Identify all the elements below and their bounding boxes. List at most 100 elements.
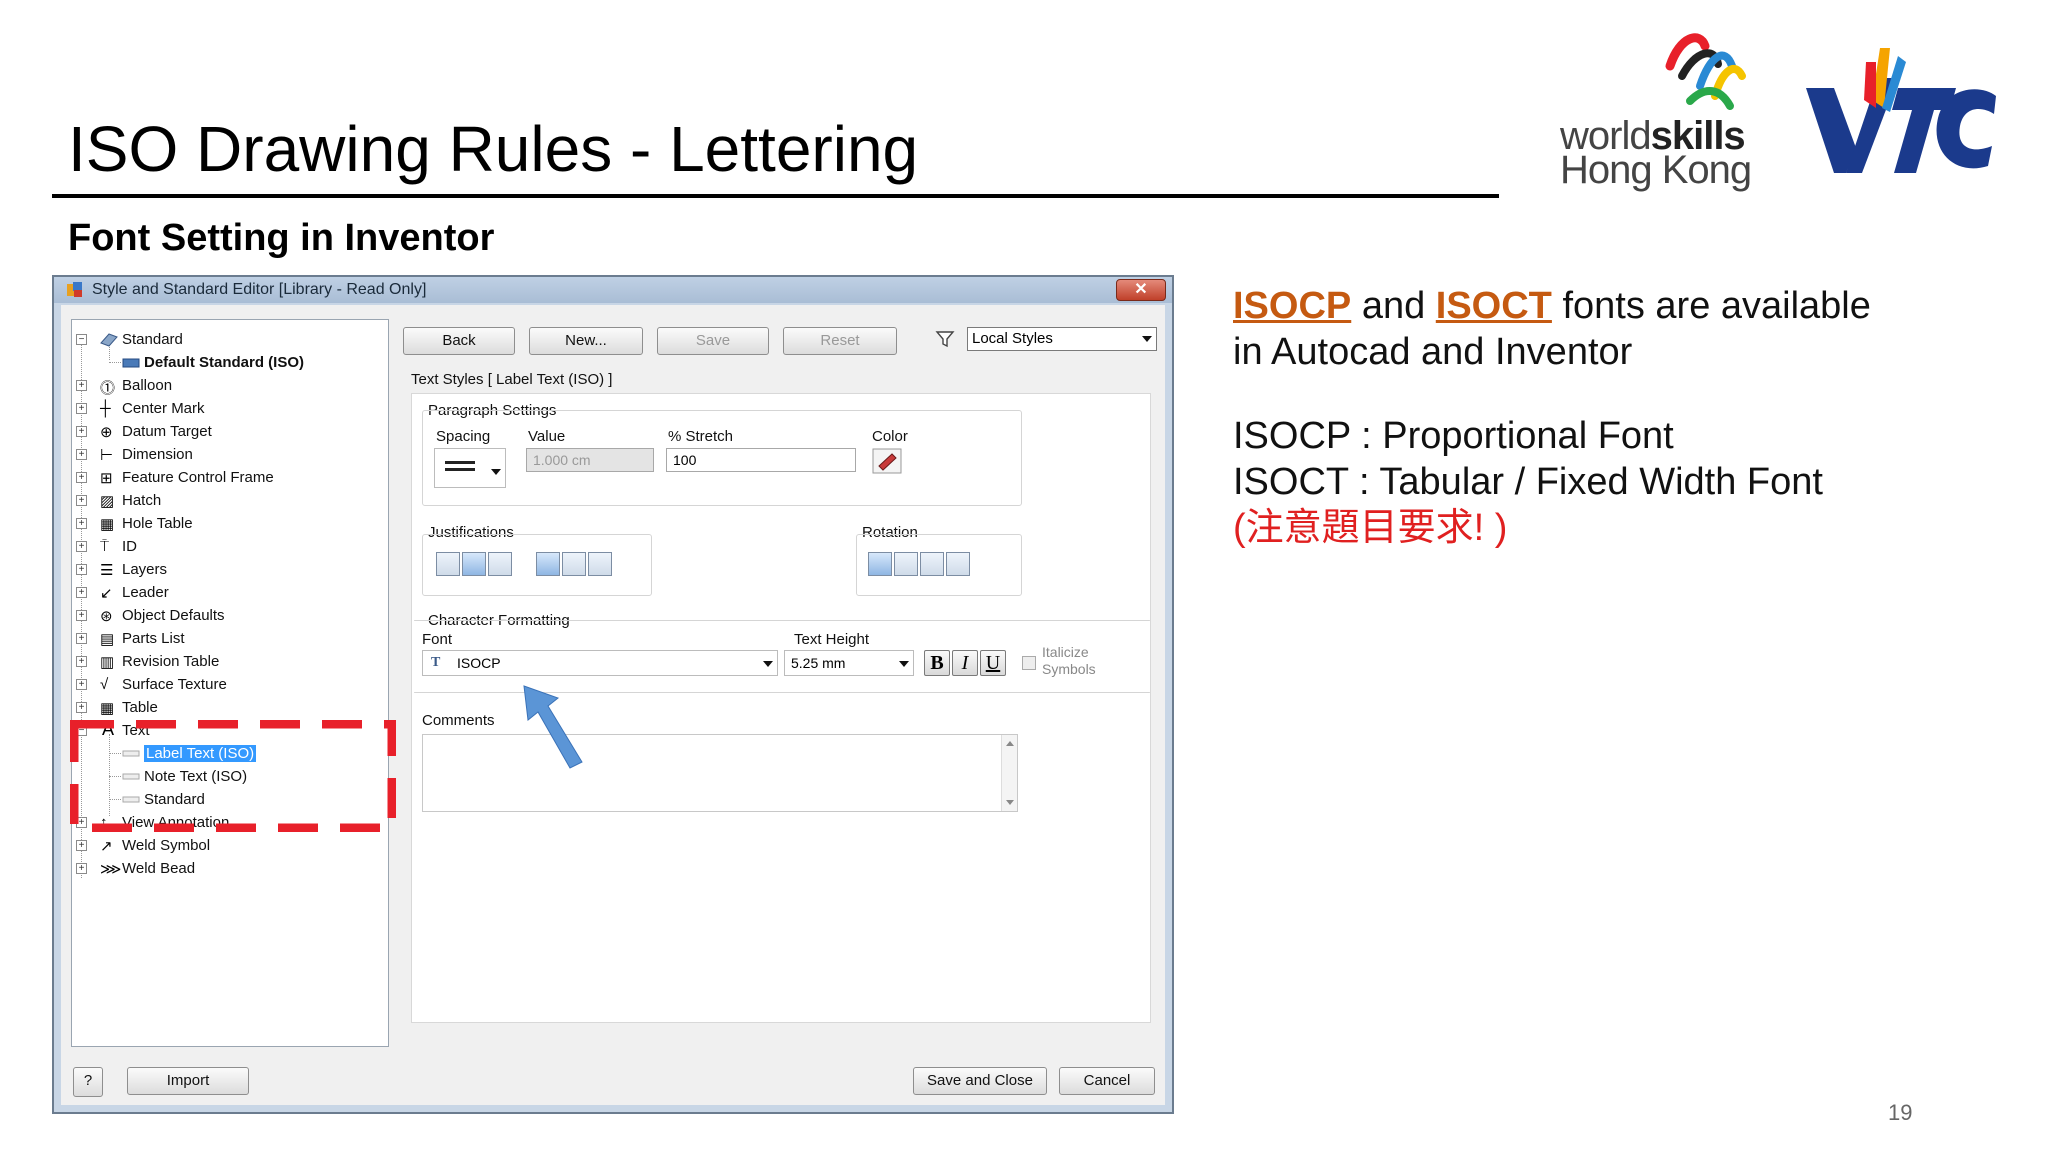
tree-item-layers[interactable]: + ☰ Layers [72, 558, 388, 581]
tree-item-weld-bead[interactable]: + ⋙ Weld Bead [72, 857, 388, 880]
info-line-1: ISOCP and ISOCT fonts are available [1233, 285, 1871, 327]
italicize-symbols-label: Italicize Symbols [1042, 644, 1096, 677]
breadcrumb: Text Styles [ Label Text (ISO) ] [411, 371, 613, 388]
slide-title: ISO Drawing Rules - Lettering [68, 113, 919, 185]
rotation-0-icon[interactable] [868, 552, 892, 576]
window-title: Style and Standard Editor [Library - Rea… [92, 281, 427, 298]
spacing-value-field[interactable]: 1.000 cm [526, 448, 654, 472]
style-settings-panel: Back New... Save Reset Local Styles Text… [401, 317, 1161, 1047]
justify-top-icon[interactable] [536, 552, 560, 576]
globe-icon: ⊛ [100, 608, 113, 625]
tree-item-dimension[interactable]: + ⊢ Dimension [72, 443, 388, 466]
standard-doc-icon [122, 358, 140, 368]
truetype-font-icon: T [431, 655, 441, 670]
save-button[interactable]: Save [657, 327, 769, 355]
app-icon [67, 282, 82, 297]
color-label: Color [872, 428, 908, 445]
window-body: − Standard Default Standard (ISO) + ⓵ Ball… [61, 305, 1165, 1105]
tree-item-object-defaults[interactable]: + ⊛ Object Defaults [72, 604, 388, 627]
line-spacing-icon [445, 461, 475, 471]
comments-textarea[interactable] [422, 734, 1018, 812]
tree-item-feature-control-frame[interactable]: + ⊞ Feature Control Frame [72, 466, 388, 489]
justify-bottom-icon[interactable] [588, 552, 612, 576]
datum-target-icon: ⊕ [100, 424, 113, 441]
tree-item-datum-target[interactable]: + ⊕ Datum Target [72, 420, 388, 443]
comments-scrollbar[interactable] [1001, 735, 1017, 811]
scroll-up-icon[interactable] [1006, 741, 1014, 746]
window-titlebar[interactable]: Style and Standard Editor [Library - Rea… [54, 277, 1172, 303]
hatch-icon: ▨ [100, 493, 115, 510]
tree-item-balloon[interactable]: + ⓵ Balloon [72, 374, 388, 397]
comments-label: Comments [422, 712, 495, 729]
tree-item-parts-list[interactable]: + ▤ Parts List [72, 627, 388, 650]
revision-table-icon: ▥ [100, 654, 115, 671]
cancel-button[interactable]: Cancel [1059, 1067, 1155, 1095]
tree-item-standard[interactable]: − Standard [72, 328, 388, 351]
rotation-180-icon[interactable] [920, 552, 944, 576]
tree-item-table[interactable]: + ▦ Table [72, 696, 388, 719]
justify-left-icon[interactable] [436, 552, 460, 576]
justify-center-icon[interactable] [462, 552, 486, 576]
character-formatting-divider [414, 620, 1150, 621]
center-mark-icon: ┼ [100, 400, 111, 417]
parts-list-icon: ▤ [100, 631, 115, 648]
hole-table-icon: ▦ [100, 516, 115, 533]
tree-item-weld-symbol[interactable]: + ↗ Weld Symbol [72, 834, 388, 857]
info-line-2: in Autocad and Inventor [1233, 331, 1633, 373]
tree-item-leader[interactable]: + ↙ Leader [72, 581, 388, 604]
tree-item-surface-texture[interactable]: + √ Surface Texture [72, 673, 388, 696]
help-button[interactable]: ? [73, 1067, 103, 1097]
reset-button[interactable]: Reset [783, 327, 897, 355]
weld-symbol-icon: ↗ [100, 838, 113, 855]
tree-item-hatch[interactable]: + ▨ Hatch [72, 489, 388, 512]
rotation-270-icon[interactable] [946, 552, 970, 576]
color-picker-icon[interactable] [872, 448, 902, 474]
chevron-down-icon [491, 469, 501, 475]
value-label: Value [528, 428, 566, 445]
tree-item-default-standard[interactable]: Default Standard (ISO) [72, 351, 388, 374]
worldskills-wordmark-line2: Hong Kong [1560, 148, 1752, 192]
new-button[interactable]: New... [529, 327, 643, 355]
font-value: ISOCP [457, 655, 501, 671]
standard-icon [100, 333, 118, 347]
back-button[interactable]: Back [403, 327, 515, 355]
text-height-dropdown[interactable]: 5.25 mm [784, 650, 914, 676]
info-line-isocp: ISOCP : Proportional Font [1233, 415, 1674, 457]
tree-item-center-mark[interactable]: + ┼ Center Mark [72, 397, 388, 420]
chevron-down-icon [1142, 336, 1152, 342]
collapse-icon[interactable]: − [76, 334, 87, 345]
worldskills-mark-icon [1665, 33, 1746, 110]
italic-button[interactable]: I [952, 650, 978, 676]
justify-right-icon[interactable] [488, 552, 512, 576]
spacing-dropdown[interactable] [434, 448, 506, 488]
table-icon: ▦ [100, 700, 115, 717]
slide-subtitle: Font Setting in Inventor [68, 217, 495, 259]
tree-item-id[interactable]: + ⍑ ID [72, 535, 388, 558]
underline-button[interactable]: U [980, 650, 1006, 676]
save-and-close-button[interactable]: Save and Close [913, 1067, 1047, 1095]
spacing-label: Spacing [436, 428, 491, 445]
style-editor-window: Style and Standard Editor [Library - Rea… [52, 275, 1174, 1114]
stretch-label: % Stretch [668, 428, 734, 445]
tree-item-hole-table[interactable]: + ▦ Hole Table [72, 512, 388, 535]
surface-texture-icon: √ [100, 676, 109, 693]
bold-button[interactable]: B [924, 650, 950, 676]
italicize-symbols-checkbox[interactable] [1022, 656, 1036, 670]
keyword-isocp: ISOCP [1233, 285, 1352, 327]
vtc-logo [1806, 48, 1996, 173]
pointer-arrow-icon [523, 685, 583, 769]
filter-icon[interactable] [935, 329, 955, 349]
import-button[interactable]: Import [127, 1067, 249, 1095]
font-dropdown[interactable]: T ISOCP [422, 650, 778, 676]
style-tree[interactable]: − Standard Default Standard (ISO) + ⓵ Ball… [71, 319, 389, 1047]
scroll-down-icon[interactable] [1006, 800, 1014, 805]
styles-filter-select[interactable]: Local Styles [967, 327, 1157, 351]
close-button[interactable]: ✕ [1116, 279, 1166, 301]
chevron-down-icon [899, 661, 909, 667]
balloon-icon: ⓵ [100, 380, 116, 397]
stretch-field[interactable]: 100 [666, 448, 856, 472]
rotation-90-icon[interactable] [894, 552, 918, 576]
justify-middle-icon[interactable] [562, 552, 586, 576]
info-line-isoct: ISOCT : Tabular / Fixed Width Font [1233, 461, 1823, 503]
tree-item-revision-table[interactable]: + ▥ Revision Table [72, 650, 388, 673]
